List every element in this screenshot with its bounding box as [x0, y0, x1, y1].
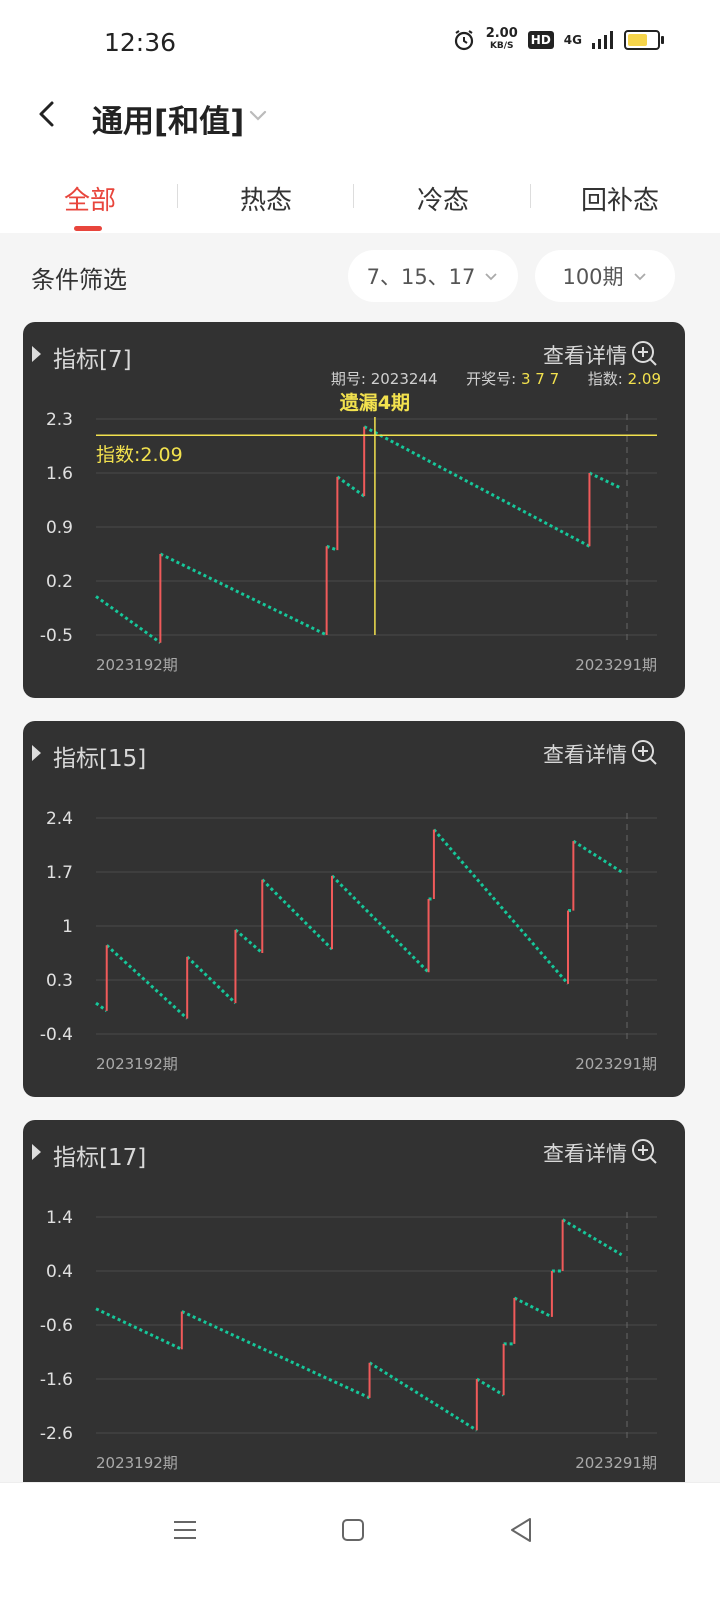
chevron-down-icon: [633, 273, 646, 281]
y-tick-label: 2.4: [46, 809, 73, 829]
tab-divider: [177, 184, 178, 208]
x-start-label: 2023192期: [96, 656, 178, 674]
tab-divider: [353, 184, 354, 208]
tab-all[interactable]: 全部: [60, 180, 120, 217]
series-segment: [261, 878, 334, 951]
miss-label: 遗漏4期: [339, 392, 410, 414]
tab-divider: [530, 184, 531, 208]
y-tick-label: -2.6: [40, 1424, 73, 1444]
filter-row: 条件筛选 7、15、17 100期: [0, 236, 720, 312]
battery-fill: [628, 34, 648, 46]
series-segment: [95, 1001, 108, 1013]
signal-icon: [592, 31, 613, 49]
y-tick-label: 0.4: [46, 1262, 73, 1282]
indicator-card-17: 指标[17] 查看详情 1.4 0.4 -0.6 -1.6 -2.6 2023192期 20…: [23, 1120, 685, 1482]
series-segment: [572, 839, 623, 874]
battery-icon: [624, 30, 664, 50]
status-time: 12:36: [104, 28, 177, 57]
y-tick-label: 0.9: [46, 518, 73, 538]
indicator-chart: 2.3 1.6 0.9 0.2 -0.5 2023192期 2023291期 指数:2.09 遗…: [40, 392, 657, 674]
menu-icon[interactable]: [168, 1513, 202, 1547]
y-tick-label: -0.5: [40, 626, 73, 646]
series-segment: [588, 471, 623, 490]
periods-filter-value: 100期: [562, 265, 624, 289]
reference-label: 指数:2.09: [96, 444, 183, 466]
y-tick-label: 1.7: [46, 863, 73, 883]
speed-unit: KB/S: [489, 41, 514, 51]
system-nav-bar: [0, 1482, 720, 1601]
series-segment: [95, 1307, 183, 1351]
tab-indicator: [74, 226, 102, 231]
y-tick-label: -0.4: [40, 1025, 73, 1045]
series-segment: [159, 552, 328, 637]
series-segment: [181, 1310, 371, 1400]
y-tick-label: 0.3: [46, 971, 73, 991]
hd-badge: HD: [527, 31, 554, 49]
series-segment: [513, 1296, 553, 1319]
y-tick-label: 1.4: [46, 1208, 73, 1228]
series-segment: [234, 928, 264, 955]
y-tick-label: 1: [62, 917, 73, 937]
y-tick-label: 2.3: [46, 410, 73, 430]
y-tick-label: 1.6: [46, 464, 73, 484]
series-segment: [326, 544, 338, 552]
series-segment: [432, 828, 570, 985]
series-segment: [105, 944, 189, 1020]
tab-hot[interactable]: 热态: [236, 180, 296, 217]
indicator-card-15: 指标[15] 查看详情 2.4 1.7 1 0.3 -0.4 2023192期 202329…: [23, 721, 685, 1097]
numbers-filter-value: 7、15、17: [366, 265, 476, 289]
series-segment: [368, 1361, 478, 1432]
page-title[interactable]: 通用[和值]: [92, 96, 244, 141]
network-type: 4G: [563, 33, 582, 47]
y-tick-label: -1.6: [40, 1370, 73, 1390]
speed-value: 2.00: [485, 26, 518, 41]
chevron-down-icon: [485, 273, 498, 281]
network-speed: 2.00 KB/S: [485, 26, 518, 52]
back-nav-icon[interactable]: [504, 1513, 538, 1547]
x-start-label: 2023192期: [96, 1055, 178, 1073]
filter-label: 条件筛选: [31, 266, 127, 294]
numbers-filter-dropdown[interactable]: 7、15、17: [348, 250, 518, 302]
status-bar: 12:36 2.00 KB/S HD 4G: [0, 0, 720, 88]
x-end-label: 2023291期: [575, 1454, 657, 1472]
y-tick-label: -0.6: [40, 1316, 73, 1336]
series-segment: [476, 1377, 505, 1397]
periods-filter-dropdown[interactable]: 100期: [535, 250, 675, 302]
series-segment: [330, 874, 430, 974]
y-tick-label: 0.2: [46, 572, 73, 592]
series-segment: [336, 475, 366, 498]
series-segment: [95, 595, 162, 644]
x-end-label: 2023291期: [575, 1055, 657, 1073]
back-icon[interactable]: [34, 100, 62, 128]
home-icon[interactable]: [336, 1513, 370, 1547]
alarm-icon: [454, 30, 473, 51]
x-end-label: 2023291期: [575, 656, 657, 674]
tab-bar: 全部 热态 冷态 回补态: [0, 170, 720, 234]
status-icons: 2.00 KB/S HD 4G: [452, 26, 664, 52]
indicator-chart: 1.4 0.4 -0.6 -1.6 -2.6 2023192期 2023291期: [40, 1208, 657, 1472]
series-segment: [561, 1218, 623, 1257]
x-start-label: 2023192期: [96, 1454, 178, 1472]
indicator-chart: 2.4 1.7 1 0.3 -0.4 2023192期 2023291期: [40, 809, 657, 1073]
indicator-card-7: 指标[7] 查看详情 期号: 2023244 开奖号: 3 7 7 指数: 2.…: [23, 322, 685, 698]
tab-recover[interactable]: 回补态: [575, 180, 665, 217]
tab-cold[interactable]: 冷态: [413, 180, 473, 217]
chevron-down-icon[interactable]: [247, 104, 269, 126]
series-segment: [363, 425, 591, 548]
